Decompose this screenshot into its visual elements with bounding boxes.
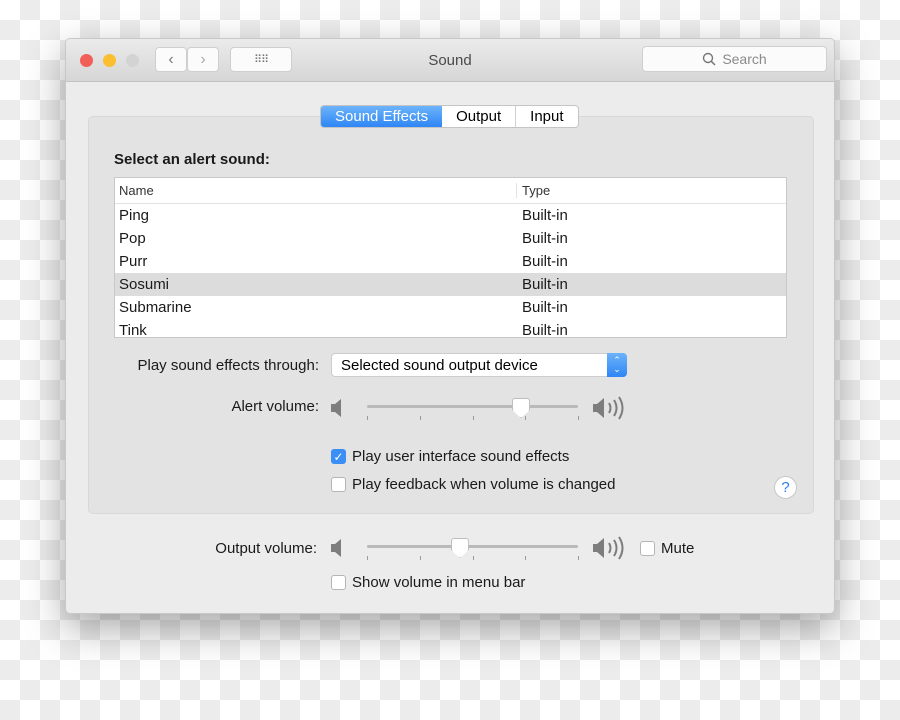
table-row[interactable]: Submarine Built-in bbox=[115, 296, 786, 319]
play-through-label: Play sound effects through: bbox=[137, 357, 319, 374]
menu-bar-label: Show volume in menu bar bbox=[352, 574, 526, 591]
sound-type: Built-in bbox=[522, 253, 568, 270]
sound-type: Built-in bbox=[522, 230, 568, 247]
speaker-low-icon bbox=[331, 399, 341, 417]
tab-input[interactable]: Input bbox=[515, 106, 577, 127]
search-field[interactable]: Search bbox=[642, 46, 827, 72]
sound-type: Built-in bbox=[522, 322, 568, 339]
play-through-select[interactable]: Selected sound output device ⌃ ⌄ bbox=[331, 353, 627, 377]
checkmark-icon: ✓ bbox=[331, 449, 346, 464]
speaker-high-icon bbox=[593, 536, 624, 560]
slider-tick bbox=[525, 556, 527, 560]
feedback-checkbox[interactable]: Play feedback when volume is changed bbox=[331, 476, 616, 493]
sound-name: Pop bbox=[119, 230, 146, 247]
speaker-low-icon bbox=[331, 539, 341, 557]
alert-sound-heading: Select an alert sound: bbox=[114, 151, 270, 168]
slider-tick bbox=[578, 416, 579, 420]
slider-tick bbox=[419, 416, 421, 420]
sound-name: Ping bbox=[119, 207, 150, 224]
checkbox-box bbox=[331, 477, 346, 492]
sound-type: Built-in bbox=[522, 207, 568, 224]
sound-name: Tink bbox=[119, 322, 147, 339]
updown-chevron-icon: ⌃ ⌄ bbox=[607, 353, 627, 377]
table-row[interactable]: Ping Built-in bbox=[115, 204, 786, 227]
help-button[interactable]: ? bbox=[774, 476, 797, 499]
checkbox-box bbox=[640, 541, 655, 556]
slider-track[interactable] bbox=[367, 545, 578, 548]
sound-name: Purr bbox=[119, 253, 148, 270]
slider-tick bbox=[419, 556, 421, 560]
sound-type: Built-in bbox=[522, 276, 568, 293]
slider-thumb[interactable] bbox=[450, 538, 469, 558]
table-row[interactable]: Tink Built-in bbox=[115, 319, 786, 342]
feedback-label: Play feedback when volume is changed bbox=[352, 476, 616, 493]
tab-output[interactable]: Output bbox=[442, 106, 515, 127]
tab-sound-effects[interactable]: Sound Effects bbox=[321, 106, 443, 127]
output-volume-label: Output volume: bbox=[215, 540, 317, 557]
search-icon bbox=[703, 52, 716, 66]
table-row[interactable]: Pop Built-in bbox=[115, 227, 786, 250]
slider-tick bbox=[367, 556, 368, 560]
slider-thumb[interactable] bbox=[512, 398, 531, 418]
slider-tick bbox=[525, 416, 527, 420]
alert-volume-slider[interactable] bbox=[330, 396, 630, 427]
column-type[interactable]: Type bbox=[516, 183, 550, 198]
sound-name: Sosumi bbox=[119, 276, 170, 293]
slider-tick bbox=[472, 416, 474, 420]
ui-sounds-label: Play user interface sound effects bbox=[352, 448, 570, 465]
sound-effects-panel: Select an alert sound: Name Type Ping Bui… bbox=[88, 116, 814, 514]
slider-tick bbox=[472, 556, 474, 560]
slider-track[interactable] bbox=[367, 405, 578, 408]
sound-preferences-window: ‹ › ⠿⠿ Sound Search Sound Effects Output… bbox=[65, 38, 835, 614]
alert-volume-label: Alert volume: bbox=[231, 398, 319, 415]
ui-sounds-checkbox[interactable]: ✓ Play user interface sound effects bbox=[331, 448, 569, 465]
mute-label: Mute bbox=[661, 540, 695, 557]
play-through-value: Selected sound output device bbox=[341, 356, 538, 374]
speaker-high-icon bbox=[593, 396, 624, 420]
column-name[interactable]: Name bbox=[115, 183, 516, 198]
table-header: Name Type bbox=[115, 178, 786, 204]
output-volume-slider[interactable] bbox=[330, 536, 630, 567]
menu-bar-checkbox[interactable]: Show volume in menu bar bbox=[331, 574, 525, 591]
sound-name: Submarine bbox=[119, 299, 192, 316]
title-bar: ‹ › ⠿⠿ Sound Search bbox=[66, 39, 834, 82]
search-placeholder: Search bbox=[722, 51, 767, 67]
slider-tick bbox=[367, 416, 368, 420]
tab-bar: Sound Effects Output Input bbox=[320, 105, 579, 128]
table-row-selected[interactable]: Sosumi Built-in bbox=[115, 273, 786, 296]
sound-type: Built-in bbox=[522, 299, 568, 316]
slider-tick bbox=[578, 556, 579, 560]
alert-sound-table[interactable]: Name Type Ping Built-in Pop Built-in Purr B… bbox=[114, 177, 787, 339]
table-row[interactable]: Purr Built-in bbox=[115, 250, 786, 273]
checkbox-box bbox=[331, 575, 346, 590]
mute-checkbox[interactable]: Mute bbox=[640, 540, 694, 557]
